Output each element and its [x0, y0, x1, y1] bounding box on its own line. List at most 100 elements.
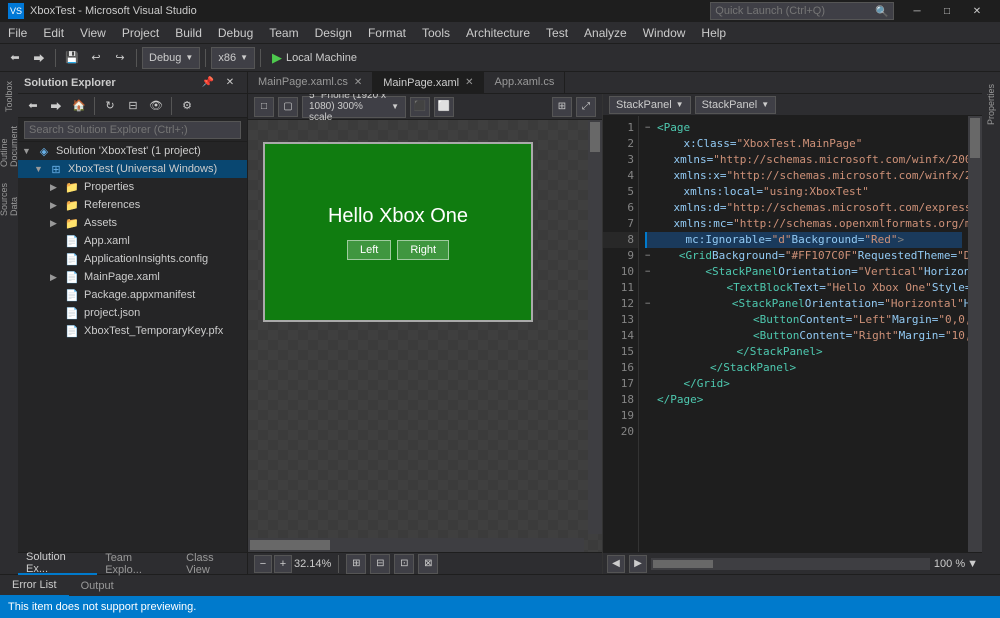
se-tab-solution[interactable]: Solution Ex... — [18, 553, 97, 575]
solution-node[interactable]: ▼ ◈ Solution 'XboxTest' (1 project) — [18, 142, 247, 160]
project-expand[interactable]: ▼ — [34, 164, 46, 174]
designer-grid-btn[interactable]: ⊞ — [552, 97, 572, 117]
appinsights-item[interactable]: 📄 ApplicationInsights.config — [18, 250, 247, 268]
grid-view-btn[interactable]: ⊞ — [346, 554, 366, 574]
tab-mainpage-xaml[interactable]: MainPage.xaml ✕ — [373, 72, 484, 93]
mainpage-expand[interactable]: ▶ — [50, 272, 62, 283]
xml-nav-left[interactable]: ◀ — [607, 555, 625, 573]
bottom-tab-errorlist[interactable]: Error List — [0, 575, 69, 597]
xml-scope-2[interactable]: StackPanel ▼ — [695, 96, 777, 114]
canvas-scroll-vertical[interactable] — [588, 120, 602, 534]
platform-dropdown[interactable]: x86 ▼ — [211, 47, 255, 69]
xml-zoom-arrow[interactable]: ▼ — [967, 558, 978, 570]
properties-expand[interactable]: ▶ — [50, 182, 62, 193]
xml-hscroll-thumb[interactable] — [653, 560, 713, 568]
document-outline-icon[interactable]: Document Outline — [2, 126, 16, 166]
manifest-item[interactable]: 📄 Package.appxmanifest — [18, 286, 247, 304]
debug-mode-dropdown[interactable]: Debug ▼ — [142, 47, 200, 69]
tab-app-cs[interactable]: App.xaml.cs — [484, 72, 565, 93]
assets-item[interactable]: ▶ 📁 Assets — [18, 214, 247, 232]
menu-file[interactable]: File — [0, 22, 35, 44]
minimize-button[interactable]: ─ — [902, 0, 932, 22]
se-show-all[interactable]: 👁 — [145, 95, 167, 117]
se-pin-btn[interactable]: 📌 — [197, 72, 219, 94]
se-properties[interactable]: ⚙ — [176, 95, 198, 117]
canvas-scroll-horizontal[interactable] — [248, 538, 584, 552]
references-expand[interactable]: ▶ — [50, 200, 62, 211]
xml-nav-right[interactable]: ▶ — [629, 555, 647, 573]
se-nav-forward[interactable]: ⮕ — [45, 95, 67, 117]
toolbar-redo-btn[interactable]: ↪ — [109, 47, 131, 69]
zoom-in-btn[interactable]: + — [274, 555, 292, 573]
se-collapse-all[interactable]: ⊟ — [122, 95, 144, 117]
se-search-input[interactable] — [24, 121, 241, 139]
maximize-button[interactable]: □ — [932, 0, 962, 22]
properties-item[interactable]: ▶ 📁 Properties — [18, 178, 247, 196]
assets-expand[interactable]: ▶ — [50, 218, 62, 229]
pfx-item[interactable]: 📄 XboxTest_TemporaryKey.pfx — [18, 322, 247, 340]
menu-tools[interactable]: Tools — [414, 22, 458, 44]
designer-portrait-btn[interactable]: ⬜ — [434, 97, 454, 117]
menu-debug[interactable]: Debug — [210, 22, 261, 44]
designer-icon-1[interactable]: □ — [254, 97, 274, 117]
menu-design[interactable]: Design — [307, 22, 360, 44]
menu-edit[interactable]: Edit — [35, 22, 72, 44]
collapse-1[interactable]: − — [645, 120, 655, 136]
designer-landscape-btn[interactable]: ⬛ — [410, 97, 430, 117]
close-button[interactable]: ✕ — [962, 0, 992, 22]
fit-btn[interactable]: ⊡ — [394, 554, 414, 574]
data-sources-icon[interactable]: Data Sources — [2, 176, 16, 216]
menu-team[interactable]: Team — [261, 22, 306, 44]
se-close-btn[interactable]: ✕ — [219, 72, 241, 94]
toolbox-icon[interactable]: Toolbox — [2, 76, 16, 116]
xml-code-area[interactable]: −<Page x:Class="XboxTest.MainPage" xmlns… — [639, 116, 968, 552]
se-refresh[interactable]: ↻ — [99, 95, 121, 117]
menu-project[interactable]: Project — [114, 22, 167, 44]
menu-test[interactable]: Test — [538, 22, 576, 44]
solution-expand[interactable]: ▼ — [22, 146, 34, 156]
toolbar-back-btn[interactable]: ⬅ — [4, 47, 26, 69]
tab-mainpage-xaml-close[interactable]: ✕ — [465, 77, 473, 88]
tab-mainpage-cs[interactable]: MainPage.xaml.cs ✕ — [248, 72, 373, 93]
appxaml-item[interactable]: 📄 App.xaml — [18, 232, 247, 250]
toolbar-undo-btn[interactable]: ↩ — [85, 47, 107, 69]
menu-architecture[interactable]: Architecture — [458, 22, 538, 44]
canvas-vscroll-thumb[interactable] — [590, 122, 600, 152]
canvas-hscroll-thumb[interactable] — [250, 540, 330, 550]
zoom-out-btn[interactable]: − — [254, 555, 272, 573]
left-button-preview[interactable]: Left — [347, 240, 391, 260]
mainpage-item[interactable]: ▶ 📄 MainPage.xaml — [18, 268, 247, 286]
menu-build[interactable]: Build — [167, 22, 210, 44]
xml-scroll-vertical[interactable] — [968, 116, 982, 552]
tab-mainpage-cs-close[interactable]: ✕ — [354, 77, 362, 88]
properties-icon[interactable]: Properties — [984, 76, 998, 133]
xml-scope-1[interactable]: StackPanel ▼ — [609, 96, 691, 114]
quick-launch-input[interactable] — [715, 5, 875, 17]
right-button-preview[interactable]: Right — [397, 240, 449, 260]
menu-format[interactable]: Format — [360, 22, 414, 44]
se-tab-classview[interactable]: Class View — [178, 553, 247, 575]
quick-launch-box[interactable]: 🔍 — [710, 2, 894, 20]
designer-icon-2[interactable]: ▢ — [278, 97, 298, 117]
toolbar-save-btn[interactable]: 💾 — [61, 47, 83, 69]
projectjson-item[interactable]: 📄 project.json — [18, 304, 247, 322]
run-button[interactable]: ▶ Local Machine — [266, 48, 363, 68]
snap-btn[interactable]: ⊠ — [418, 554, 438, 574]
collapse-11[interactable]: − — [645, 264, 650, 280]
menu-window[interactable]: Window — [635, 22, 694, 44]
xml-vscroll-thumb[interactable] — [970, 118, 980, 158]
xml-scroll-horizontal[interactable] — [651, 558, 930, 570]
se-tab-team[interactable]: Team Explo... — [97, 553, 178, 575]
device-dropdown[interactable]: 5" Phone (1920 x 1080) 300% scale ▼ — [302, 96, 406, 118]
references-item[interactable]: ▶ 📁 References — [18, 196, 247, 214]
se-nav-back[interactable]: ⬅ — [22, 95, 44, 117]
project-node[interactable]: ▼ ⊞ XboxTest (Universal Windows) — [18, 160, 247, 178]
designer-expand-btn[interactable]: ⤢ — [576, 97, 596, 117]
split-view-btn[interactable]: ⊟ — [370, 554, 390, 574]
bottom-tab-output[interactable]: Output — [69, 575, 126, 597]
menu-help[interactable]: Help — [693, 22, 734, 44]
collapse-13[interactable]: − — [645, 296, 650, 312]
menu-view[interactable]: View — [72, 22, 114, 44]
menu-analyze[interactable]: Analyze — [576, 22, 635, 44]
toolbar-forward-btn[interactable]: ⮕ — [28, 47, 50, 69]
